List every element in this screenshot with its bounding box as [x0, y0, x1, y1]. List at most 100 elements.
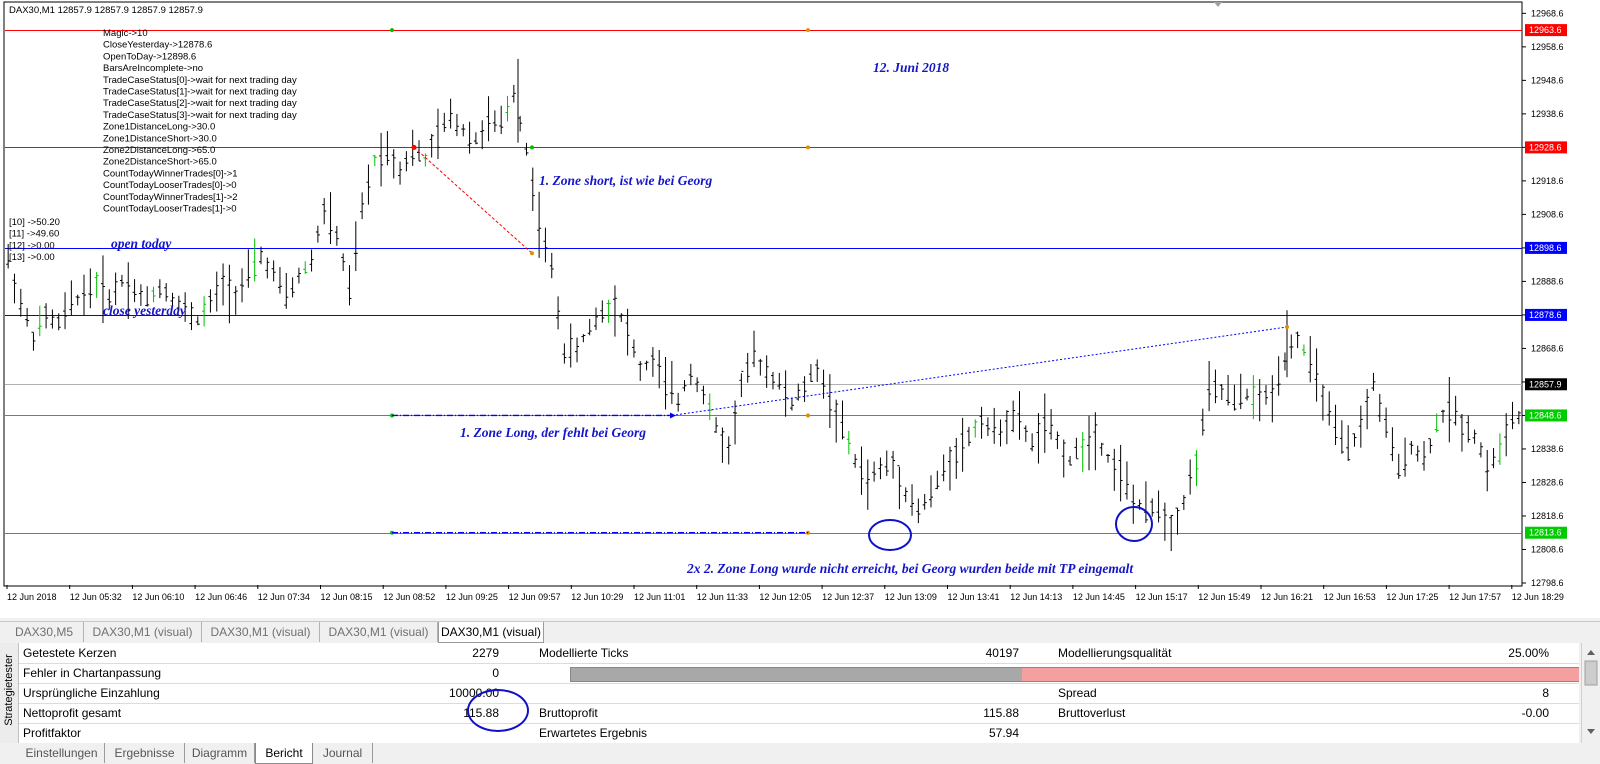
tester-tab-einstellungen[interactable]: Einstellungen	[19, 743, 105, 763]
chart-canvas[interactable]: 12968.6 12958.6 12948.6 12938.6 12928.6 12918…	[0, 0, 1600, 618]
price-bar	[992, 407, 997, 444]
chart-tab-2[interactable]: DAX30,M1 (visual)	[202, 622, 320, 642]
price-bar	[1264, 385, 1269, 405]
price-bar	[1516, 411, 1521, 425]
price-bar	[1440, 409, 1445, 423]
report-cell-v3	[1249, 723, 1549, 743]
price-bar	[1055, 431, 1060, 449]
tester-tab-diagramm[interactable]: Diagramm	[185, 743, 255, 763]
price-bar	[1365, 388, 1370, 430]
price-bar	[284, 272, 289, 309]
price-bar	[701, 385, 706, 405]
price-bar	[543, 227, 548, 263]
price-bar	[417, 140, 422, 162]
price-bar	[296, 267, 301, 284]
price-bar	[1219, 383, 1224, 400]
price-bar	[669, 360, 674, 404]
price-bar	[1491, 448, 1496, 469]
price-bar	[1257, 379, 1262, 422]
price-bar	[1105, 454, 1110, 463]
price-bar	[1030, 433, 1035, 452]
price-bar	[353, 221, 358, 272]
miss-circle-1	[868, 519, 912, 551]
chart-tab-3[interactable]: DAX30,M1 (visual)	[320, 622, 438, 642]
chart-tab-0[interactable]: DAX30,M5	[5, 622, 84, 642]
tester-side-label: Strategietester	[0, 643, 19, 743]
x-tick-label: 12 Jun 17:25	[1386, 592, 1438, 602]
price-bar	[929, 475, 934, 508]
trade-line-short	[413, 147, 533, 254]
price-bar	[113, 272, 118, 306]
x-tick-label: 12 Jun 06:46	[195, 592, 247, 602]
tester-tab-journal[interactable]: Journal	[313, 743, 373, 763]
price-bar	[1339, 420, 1344, 454]
annotation-zone2-long: 2x 2. Zone Long wurde nicht erreicht, be…	[686, 561, 1134, 576]
price-bar	[726, 436, 731, 465]
report-scrollbar[interactable]	[1581, 643, 1600, 743]
annotation-zone1-long: 1. Zone Long, der fehlt bei Georg	[460, 425, 646, 440]
y-tick-label: 12958.6	[1531, 42, 1564, 52]
price-bar	[277, 267, 282, 294]
report-cell-v1: 0	[492, 666, 499, 680]
price-bar	[587, 318, 592, 336]
price-chart[interactable]: 12968.6 12958.6 12948.6 12938.6 12928.6 12918…	[0, 0, 1600, 618]
level-marker-end-1	[806, 145, 810, 150]
price-bar	[442, 112, 447, 132]
tester-tab-ergebnisse[interactable]: Ergebnisse	[105, 743, 185, 763]
price-bar	[657, 350, 662, 389]
scroll-thumb	[1584, 660, 1598, 686]
tester-tab-bericht[interactable]: Bericht	[255, 743, 313, 764]
report-table: Getestete Kerzen 2279 Modellierte Ticks 401…	[19, 643, 1579, 743]
trade-exit-short	[530, 251, 534, 256]
price-bar	[265, 257, 270, 279]
price-bar	[1314, 348, 1319, 402]
chart-tab-4[interactable]: DAX30,M1 (visual)	[438, 622, 544, 643]
annotation-zone1-short: 1. Zone short, ist wie bei Georg	[539, 173, 713, 188]
price-bar	[733, 400, 738, 445]
price-bar	[429, 133, 434, 158]
price-bar	[360, 192, 365, 220]
x-tick-label: 12 Jun 12:05	[759, 592, 811, 602]
x-tick-label: 12 Jun 09:25	[446, 592, 498, 602]
price-bar	[1042, 393, 1047, 453]
price-bar	[846, 430, 851, 455]
price-bar	[1156, 490, 1161, 523]
chart-shift-icon[interactable]	[1214, 2, 1222, 7]
x-tick-label: 12 Jun 15:49	[1198, 592, 1250, 602]
price-bar	[1403, 437, 1408, 477]
price-bar	[600, 300, 605, 323]
price-bar	[202, 296, 207, 327]
price-bar	[1504, 413, 1509, 457]
report-row: Profitfaktor Erwartetes Ergebnis 57.94	[19, 723, 1579, 743]
price-bar	[1327, 391, 1332, 426]
price-bar	[1352, 433, 1357, 447]
price-bar	[37, 305, 42, 337]
tester-tabs: Einstellungen Ergebnisse Diagramm Bericht Jo…	[19, 743, 1579, 764]
price-bar	[94, 271, 99, 298]
report-cell-c1: Getestete Kerzen	[23, 646, 117, 660]
price-bar	[157, 279, 162, 299]
report-cell-v3: 8	[1542, 686, 1549, 700]
price-bar	[499, 105, 504, 135]
price-bar	[480, 120, 485, 150]
price-tag-label: 12878.6	[1529, 310, 1562, 320]
trade-line-long-exit	[671, 326, 1288, 416]
price-bar	[770, 371, 775, 390]
price-bar	[31, 331, 36, 351]
price-bar	[859, 446, 864, 495]
chart-tab-1[interactable]: DAX30,M1 (visual)	[84, 622, 202, 642]
price-bar	[132, 279, 137, 303]
price-bar	[1124, 461, 1129, 500]
price-bar	[473, 132, 478, 145]
price-bar	[164, 283, 169, 302]
price-bar	[1276, 356, 1281, 396]
price-bar	[208, 289, 213, 313]
x-tick-label: 12 Jun 15:17	[1136, 592, 1188, 602]
price-bar	[1428, 438, 1433, 454]
report-cell-v2	[719, 683, 1019, 703]
report-cell-c1: Profitfaktor	[23, 726, 82, 740]
report-cell-v3: 25.00%	[1508, 646, 1549, 660]
price-bar	[663, 356, 668, 410]
ea-info-line: Magic->10	[103, 28, 148, 39]
price-bar	[575, 337, 580, 363]
